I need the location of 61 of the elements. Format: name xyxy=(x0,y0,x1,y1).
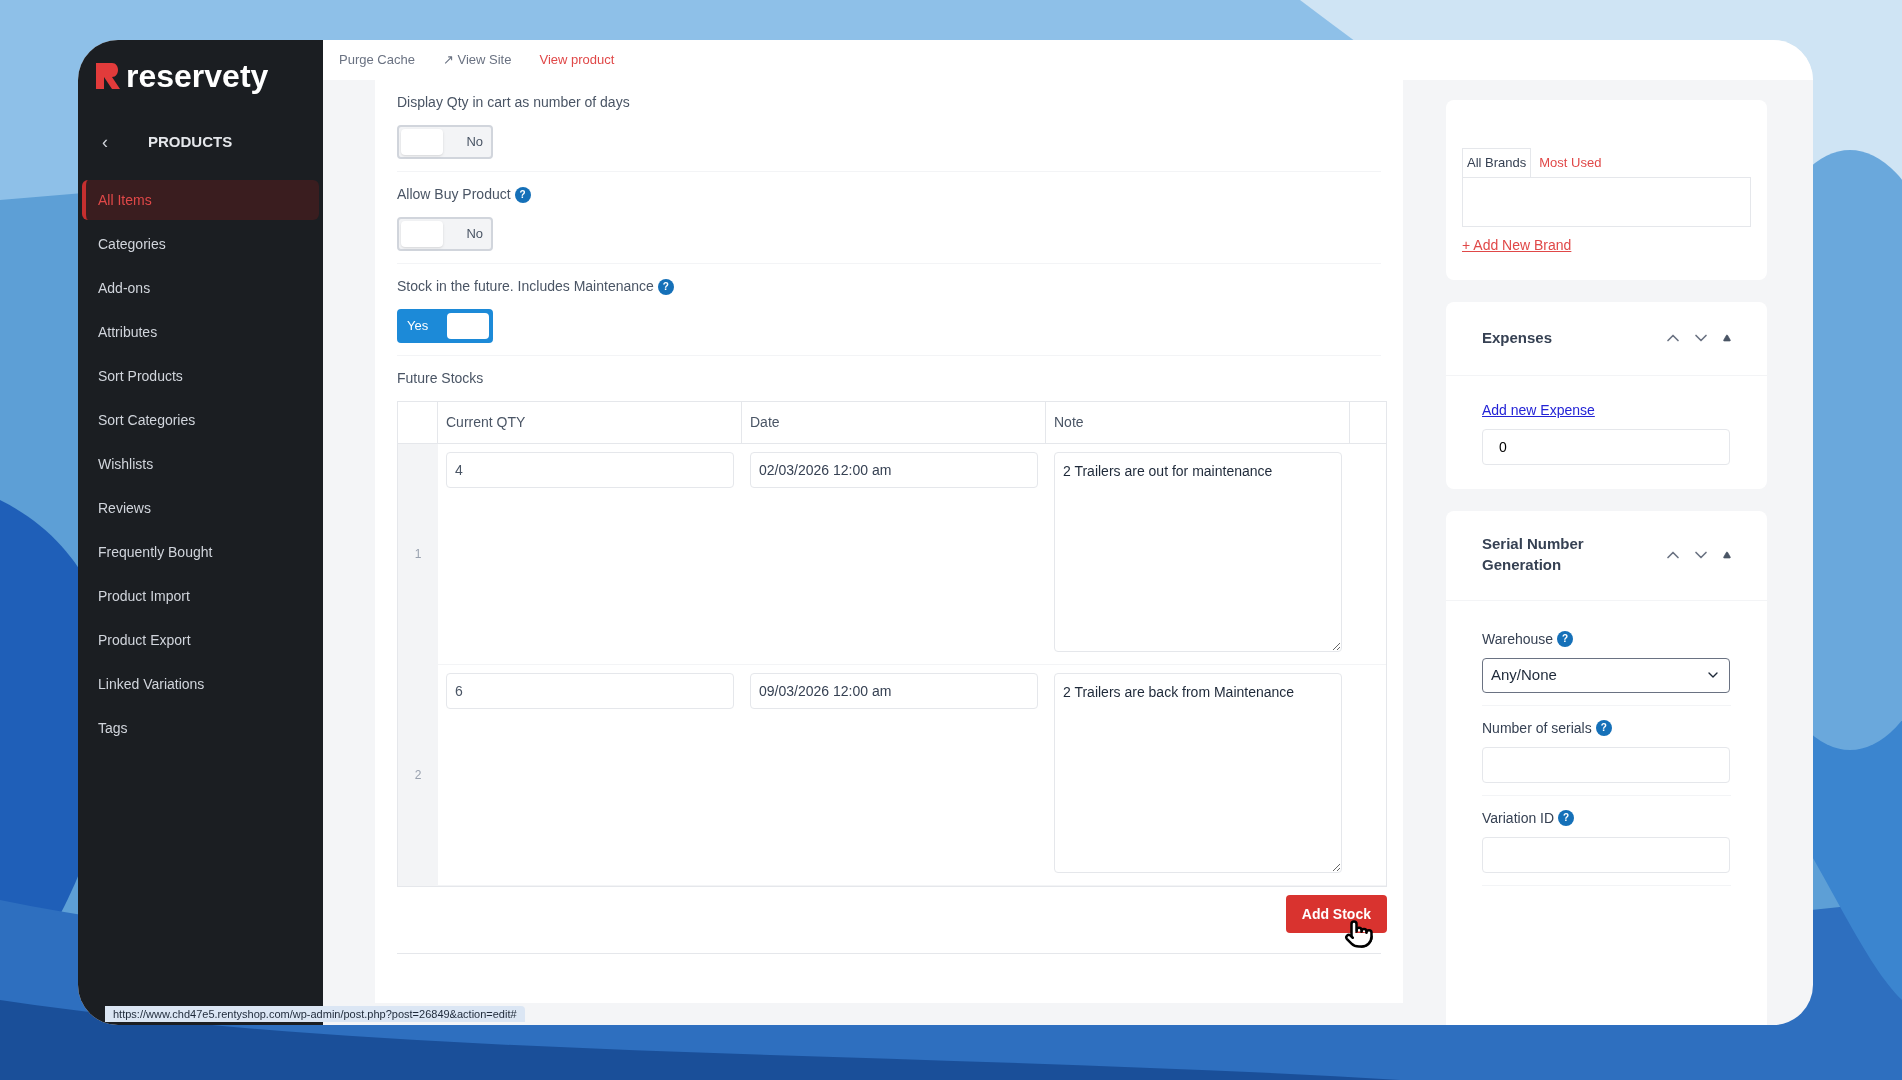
text-field[interactable] xyxy=(1482,746,1730,783)
top-bar-link[interactable]: View product xyxy=(539,50,615,70)
add-expense-link[interactable]: Add new Expense xyxy=(1482,399,1731,421)
collapse-icon[interactable] xyxy=(1723,334,1731,342)
sidebar-item[interactable]: Reviews xyxy=(82,488,319,528)
toggle-switch[interactable]: Yes xyxy=(397,309,493,343)
help-icon[interactable]: ? xyxy=(1595,720,1612,736)
top-bar-link[interactable]: Purge Cache xyxy=(339,50,415,70)
collapse-icon[interactable] xyxy=(1723,551,1731,559)
setting-label: Allow Buy Product xyxy=(397,185,511,204)
sidebar-item[interactable]: Linked Variations xyxy=(82,664,319,704)
section-title: Future Stocks xyxy=(397,369,485,388)
add-stock-button[interactable]: Add Stock xyxy=(1285,895,1387,933)
sidebar-item[interactable]: Attributes xyxy=(82,312,319,352)
toggle-switch[interactable]: No xyxy=(397,217,493,251)
help-icon[interactable]: ? xyxy=(657,278,674,295)
field-label: Warehouse xyxy=(1482,629,1554,649)
add-brand-link[interactable]: + Add New Brand xyxy=(1462,234,1751,256)
setting-label: Stock in the future. Includes Maintenance xyxy=(397,277,654,296)
quantity-field[interactable]: 6 xyxy=(446,673,734,709)
status-url: https://www.chd47e5.rentyshop.com/wp-admin/post.php?post=26849&action=edit# xyxy=(105,1005,525,1023)
sidebar-title: PRODUCTS xyxy=(148,131,233,152)
card-title: Serial Number Generation xyxy=(1482,534,1585,575)
warehouse-select[interactable]: Any/None xyxy=(1482,657,1730,693)
brand-tab[interactable]: All Brands xyxy=(1462,148,1532,177)
column-header: Current QTY xyxy=(438,402,742,443)
help-icon[interactable]: ? xyxy=(1558,810,1575,826)
logo-icon xyxy=(94,61,122,91)
sidebar-item[interactable]: All Items xyxy=(82,180,319,220)
note-field[interactable]: 2 Trailers are back from Maintenance xyxy=(1054,673,1342,873)
date-field[interactable]: 02/03/2026 12:00 am xyxy=(750,452,1038,488)
sidebar-item[interactable]: Categories xyxy=(82,224,319,264)
brand-tab[interactable]: Most Used xyxy=(1531,148,1610,177)
quantity-field[interactable]: 4 xyxy=(446,452,734,488)
top-bar-link[interactable]: ↗ View Site xyxy=(442,50,512,70)
sidebar-item[interactable]: Tags xyxy=(82,708,319,748)
date-field[interactable]: 09/03/2026 12:00 am xyxy=(750,673,1038,709)
row-number: 1 xyxy=(398,444,438,664)
help-icon[interactable]: ? xyxy=(1557,631,1574,647)
help-icon[interactable]: ? xyxy=(514,186,531,203)
column-header: Date xyxy=(742,402,1046,443)
note-field[interactable]: 2 Trailers are out for maintenance xyxy=(1054,452,1342,652)
sidebar-item[interactable]: Add-ons xyxy=(82,268,319,308)
hand-cursor-icon xyxy=(1343,919,1374,949)
column-header: Note xyxy=(1046,402,1350,443)
field-label: Number of serials xyxy=(1482,718,1592,738)
sidebar-item[interactable]: Sort Products xyxy=(82,356,319,396)
expense-field[interactable]: 0 xyxy=(1482,428,1730,465)
toggle-switch[interactable]: No xyxy=(397,125,493,159)
field-label: Variation ID xyxy=(1482,808,1555,828)
sidebar-item[interactable]: Frequently Bought xyxy=(82,532,319,572)
sidebar-item[interactable]: Product Import xyxy=(82,576,319,616)
sidebar-item[interactable]: Sort Categories xyxy=(82,400,319,440)
sidebar-item[interactable]: Product Export xyxy=(82,620,319,660)
setting-label: Display Qty in cart as number of days xyxy=(397,93,630,112)
text-field[interactable] xyxy=(1482,836,1730,873)
row-number: 2 xyxy=(398,665,438,885)
logo-text: reservety xyxy=(126,60,269,92)
sidebar-item[interactable]: Wishlists xyxy=(82,444,319,484)
card-title: Expenses xyxy=(1482,327,1554,348)
back-button[interactable]: ‹ xyxy=(102,128,108,156)
